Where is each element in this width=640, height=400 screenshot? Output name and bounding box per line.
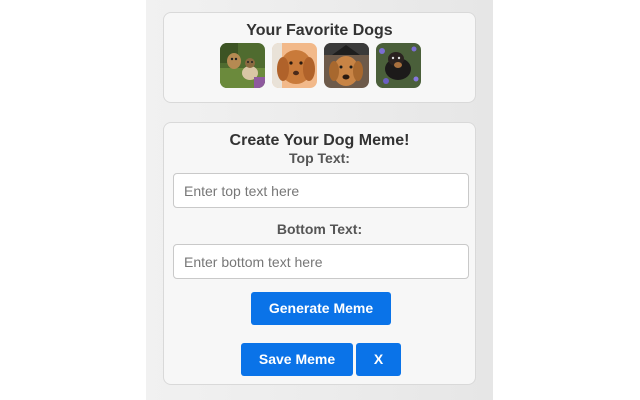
app-column: Your Favorite Dogs Create Your Dog Meme!… [146,0,493,400]
top-text-label: Top Text: [289,150,350,166]
meme-title: Create Your Dog Meme! [229,132,410,149]
favorites-title: Your Favorite Dogs [246,22,393,39]
favorites-gallery [220,43,422,89]
dog-photo-1 [220,43,265,88]
dog-photo-2 [272,43,317,88]
bottom-text-input[interactable] [173,244,469,279]
bottom-text-label: Bottom Text: [276,221,363,237]
dog-photo-3 [324,43,369,88]
close-button[interactable]: X [356,343,401,376]
meme-creator-card: Create Your Dog Meme! Top Text: Bottom T… [163,122,476,385]
save-meme-button[interactable]: Save Meme [241,343,353,376]
dog-thumbnail-4[interactable] [376,43,421,88]
dog-thumbnail-3[interactable] [324,43,369,88]
dog-thumbnail-1[interactable] [220,43,265,88]
generate-meme-button[interactable]: Generate Meme [251,292,391,325]
dog-photo-4 [376,43,421,88]
top-text-input[interactable] [173,173,469,208]
dog-thumbnail-2[interactable] [272,43,317,88]
favorites-card: Your Favorite Dogs [163,12,476,103]
